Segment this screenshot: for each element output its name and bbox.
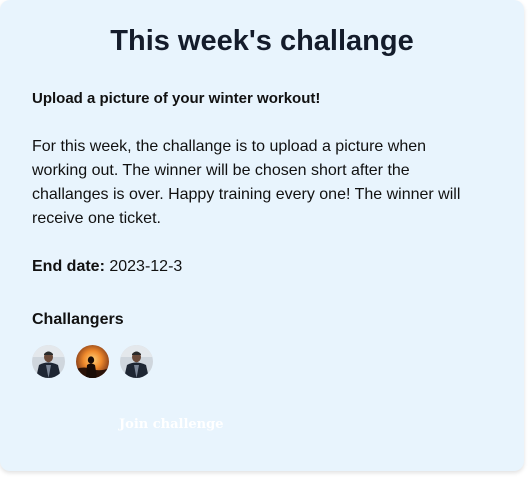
avatar-man-jacket-icon <box>32 345 65 378</box>
avatar[interactable] <box>32 345 65 378</box>
end-date: End date: 2023-12-3 <box>32 255 492 279</box>
page-title: This week's challange <box>110 25 414 57</box>
participants-heading: Challangers <box>32 311 124 328</box>
avatar-sunset-silhouette-icon <box>76 345 109 378</box>
avatar[interactable] <box>76 345 109 378</box>
participants-list <box>32 345 492 378</box>
join-challenge-button[interactable]: Join challenge <box>119 416 224 434</box>
end-date-label: End date: <box>32 258 105 275</box>
end-date-value: 2023-12-3 <box>109 258 183 275</box>
avatar[interactable] <box>120 345 153 378</box>
challenge-description: For this week, the challange is to uploa… <box>32 138 461 227</box>
challenge-card: This week's challange Upload a picture o… <box>0 0 524 471</box>
challenge-subtitle: Upload a picture of your winter workout! <box>32 90 321 107</box>
avatar-man-jacket-icon <box>120 345 153 378</box>
